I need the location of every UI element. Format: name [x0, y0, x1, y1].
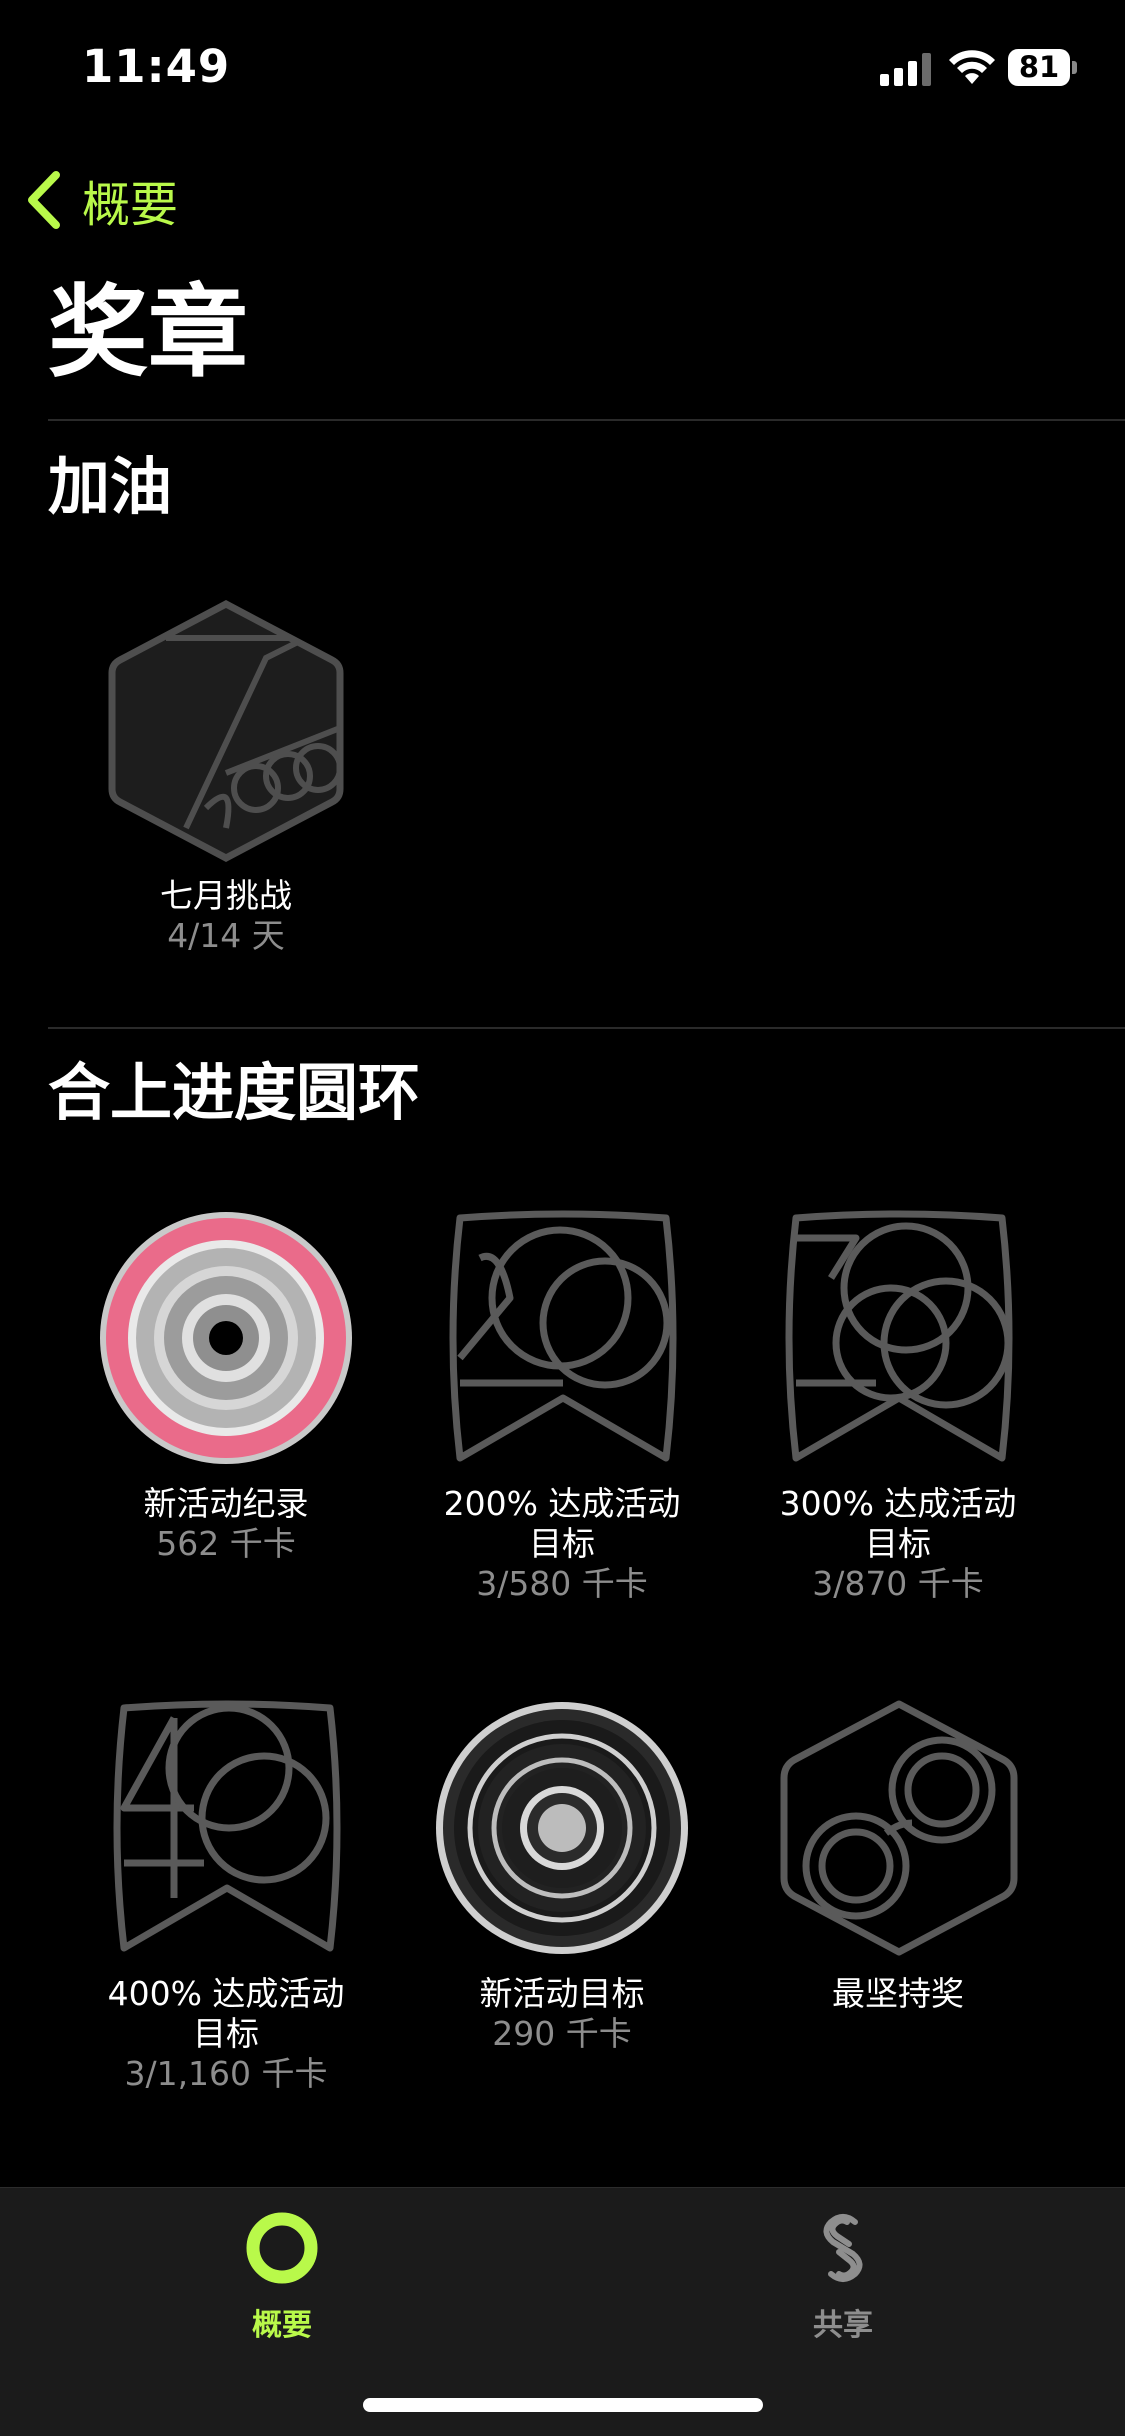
- 300-percent-badge-icon[interactable]: [776, 1208, 1022, 1468]
- page-title: 奖章: [48, 274, 248, 391]
- award-name-line1: 400% 达成活动: [107, 1974, 345, 2013]
- award-caption: 新活动目标 290 千卡: [397, 1974, 727, 2054]
- section-title-close-rings: 合上进度圆环: [48, 1056, 421, 1129]
- award-name-line2: 目标: [193, 2014, 259, 2053]
- award-caption: 最坚持奖: [733, 1974, 1063, 2014]
- award-caption: 300% 达成活动 目标 3/870 千卡: [733, 1484, 1063, 1604]
- wifi-icon: [949, 50, 995, 84]
- award-name-line1: 300% 达成活动: [779, 1484, 1017, 1523]
- award-caption: 400% 达成活动 目标 3/1,160 千卡: [61, 1974, 391, 2094]
- award-name-line2: 目标: [529, 1524, 595, 1563]
- cellular-signal-icon: [880, 52, 932, 86]
- new-move-goal-medal-icon[interactable]: [434, 1700, 690, 1956]
- award-progress: 3/870 千卡: [812, 1564, 984, 1603]
- 400-percent-badge-icon[interactable]: [104, 1698, 350, 1958]
- award-name: 最坚持奖: [832, 1974, 964, 2013]
- back-label: 概要: [82, 177, 179, 233]
- section-title-limited: 加油: [48, 450, 173, 523]
- section-divider: [48, 1027, 1125, 1029]
- tab-sharing[interactable]: 共享: [743, 2208, 943, 2344]
- award-caption: 新活动纪录 562 千卡: [61, 1484, 391, 1564]
- activity-ring-icon: [246, 2212, 318, 2284]
- home-indicator[interactable]: [363, 2398, 763, 2412]
- award-caption: 七月挑战 4/14 天: [61, 876, 391, 956]
- tab-label: 共享: [813, 2308, 873, 2343]
- award-progress: 562 千卡: [156, 1524, 296, 1563]
- july-2023-challenge-icon[interactable]: [106, 598, 346, 864]
- award-caption: 200% 达成活动 目标 3/580 千卡: [397, 1484, 727, 1604]
- chevron-left-icon: [28, 171, 60, 229]
- award-name-line2: 目标: [865, 1524, 931, 1563]
- status-bar: 11:49 81: [0, 0, 1125, 140]
- award-progress: 3/580 千卡: [476, 1564, 648, 1603]
- tab-summary[interactable]: 概要: [182, 2208, 382, 2344]
- award-progress: 4/14 天: [167, 916, 285, 955]
- status-time: 11:49: [82, 40, 231, 93]
- sharing-icon: [823, 2214, 863, 2282]
- tab-label: 概要: [252, 2308, 312, 2343]
- award-progress: 290 千卡: [492, 2014, 632, 2053]
- 200-percent-badge-icon[interactable]: [440, 1208, 686, 1468]
- move-record-medal-icon[interactable]: [98, 1210, 354, 1466]
- award-name: 新活动目标: [479, 1974, 645, 2013]
- battery-tip: [1072, 61, 1077, 74]
- back-button[interactable]: 概要: [22, 165, 178, 235]
- section-divider: [48, 419, 1125, 421]
- battery-level: 81: [1008, 49, 1070, 86]
- award-name: 七月挑战: [160, 876, 292, 915]
- award-name-line1: 200% 达成活动: [443, 1484, 681, 1523]
- award-name: 新活动纪录: [143, 1484, 309, 1523]
- award-progress: 3/1,160 千卡: [124, 2054, 328, 2093]
- longest-streak-badge-icon[interactable]: [776, 1698, 1022, 1958]
